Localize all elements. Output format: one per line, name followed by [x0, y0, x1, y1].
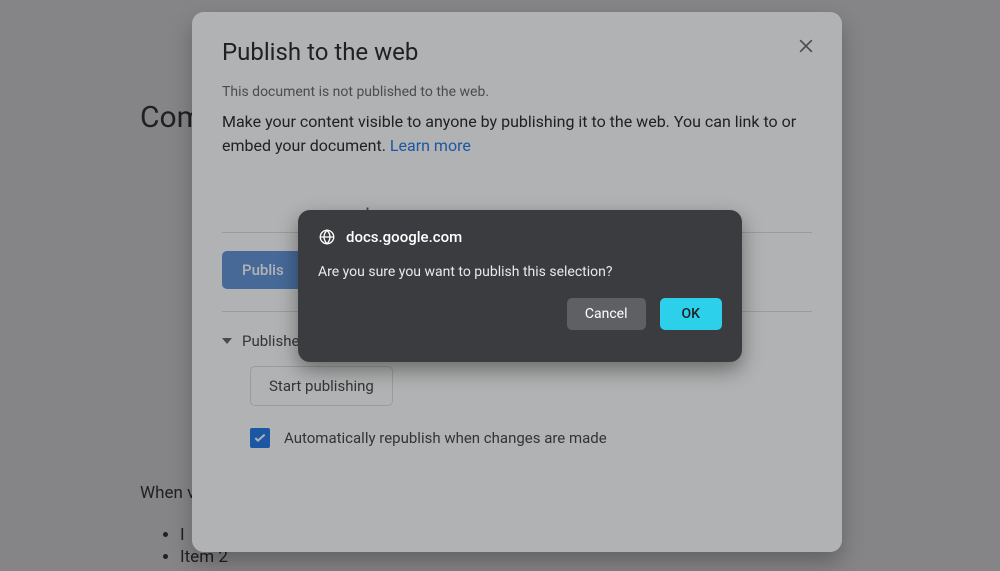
- confirm-header: docs.google.com: [318, 228, 722, 246]
- confirm-buttons: Cancel OK: [318, 298, 722, 330]
- cancel-button-label: Cancel: [585, 306, 628, 322]
- confirm-domain: docs.google.com: [346, 228, 462, 246]
- confirm-message: Are you sure you want to publish this se…: [318, 264, 722, 280]
- cancel-button[interactable]: Cancel: [567, 298, 646, 330]
- ok-button-label: OK: [682, 306, 701, 322]
- ok-button[interactable]: OK: [660, 298, 723, 330]
- globe-icon: [318, 228, 336, 246]
- confirm-dialog: docs.google.com Are you sure you want to…: [298, 210, 742, 362]
